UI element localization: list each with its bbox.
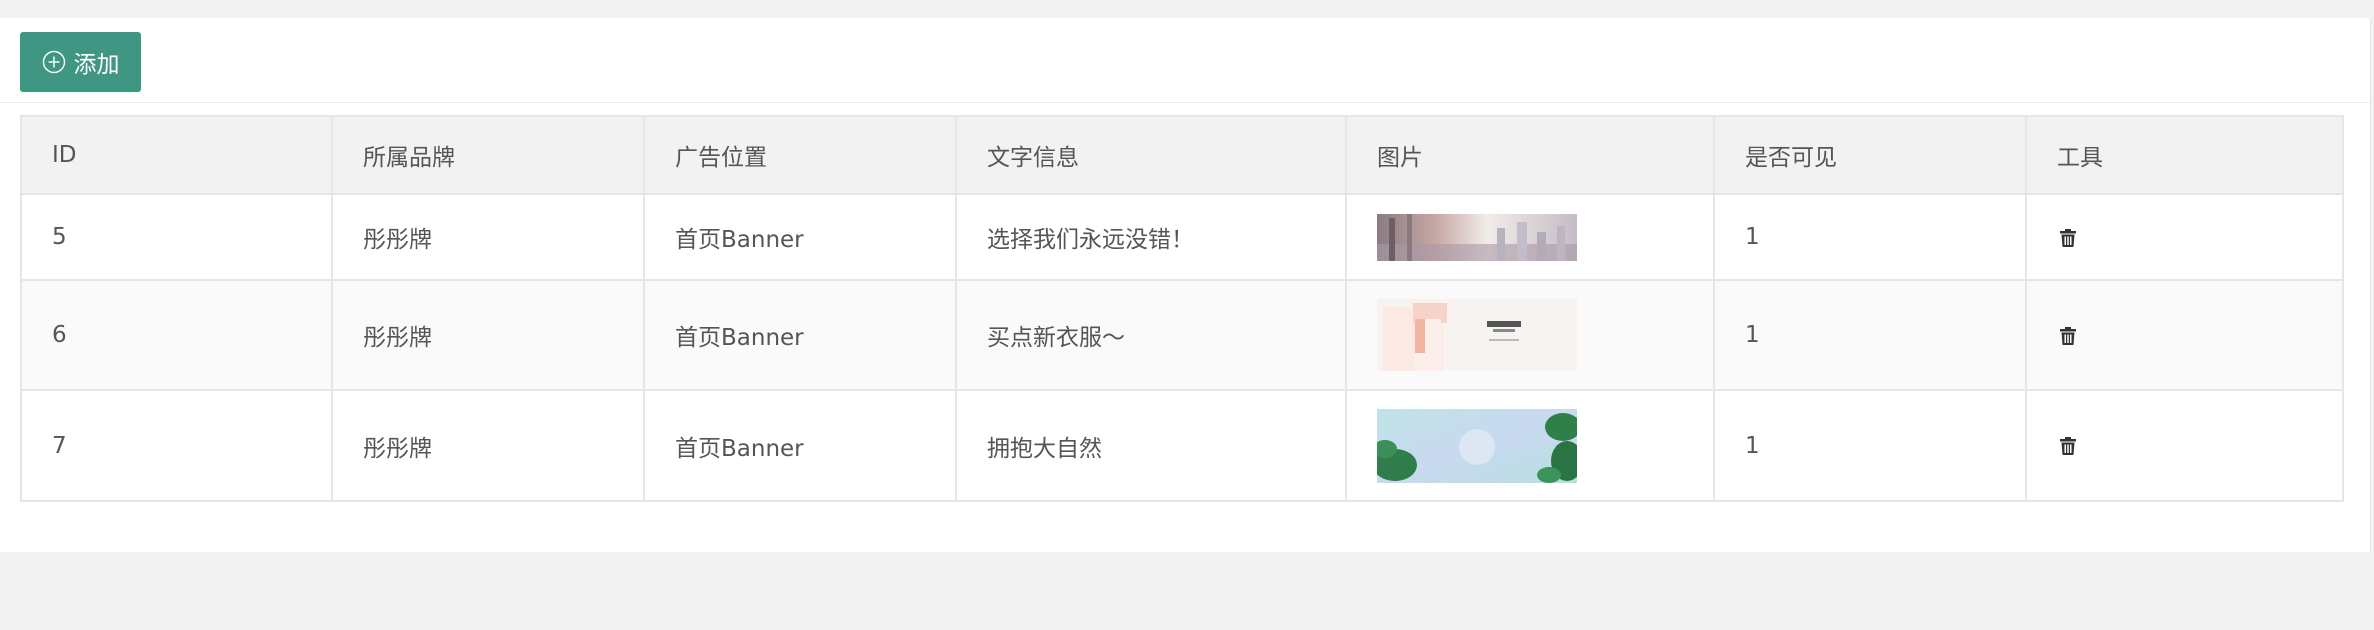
column-header-brand[interactable]: 所属品牌	[331, 115, 645, 195]
add-button-label: 添加	[73, 52, 120, 78]
toolbar: 添加	[0, 18, 2370, 103]
trash-icon[interactable]	[2057, 435, 2079, 457]
cell-visible: 1	[1713, 389, 2027, 502]
column-header-position[interactable]: 广告位置	[643, 115, 957, 195]
cell-id: 7	[20, 389, 333, 502]
cell-brand: 彤彤牌	[331, 389, 645, 502]
cell-image	[1345, 279, 1715, 391]
trash-icon[interactable]	[2057, 227, 2079, 249]
cell-text: 买点新衣服～	[955, 279, 1347, 391]
cell-tools	[2025, 193, 2344, 281]
table-row[interactable]: 5 彤彤牌 首页Banner 选择我们永远没错！ 1	[20, 193, 2344, 281]
cell-brand: 彤彤牌	[331, 193, 645, 281]
cell-image	[1345, 193, 1715, 281]
cell-visible: 1	[1713, 193, 2027, 281]
cell-tools	[2025, 389, 2344, 502]
trash-icon[interactable]	[2057, 325, 2079, 347]
column-header-visible[interactable]: 是否可见	[1713, 115, 2027, 195]
cell-text: 选择我们永远没错！	[955, 193, 1347, 281]
table-row[interactable]: 7 彤彤牌 首页Banner 拥抱大自然 1	[20, 389, 2344, 502]
data-table: ID 所属品牌 广告位置 文字信息 图片 是否可见 工具 5 彤彤牌 首页Ban…	[20, 115, 2344, 502]
cell-visible: 1	[1713, 279, 2027, 391]
add-button[interactable]: 添加	[20, 32, 141, 92]
cell-position: 首页Banner	[643, 389, 957, 502]
column-header-tools[interactable]: 工具	[2025, 115, 2344, 195]
banner-thumbnail-fashion[interactable]	[1377, 299, 1577, 371]
column-header-id[interactable]: ID	[20, 115, 333, 195]
banner-thumbnail-city[interactable]	[1377, 213, 1577, 261]
cell-position: 首页Banner	[643, 193, 957, 281]
cell-id: 6	[20, 279, 333, 391]
column-header-image[interactable]: 图片	[1345, 115, 1715, 195]
cell-id: 5	[20, 193, 333, 281]
table-header-row: ID 所属品牌 广告位置 文字信息 图片 是否可见 工具	[20, 115, 2344, 195]
cell-text: 拥抱大自然	[955, 389, 1347, 502]
cell-position: 首页Banner	[643, 279, 957, 391]
column-header-text[interactable]: 文字信息	[955, 115, 1347, 195]
banner-thumbnail-nature[interactable]	[1377, 408, 1577, 483]
cell-tools	[2025, 279, 2344, 391]
cell-image	[1345, 389, 1715, 502]
plus-circle-icon	[42, 50, 65, 74]
table-row[interactable]: 6 彤彤牌 首页Banner 买点新衣服～ 1	[20, 279, 2344, 391]
cell-brand: 彤彤牌	[331, 279, 645, 391]
